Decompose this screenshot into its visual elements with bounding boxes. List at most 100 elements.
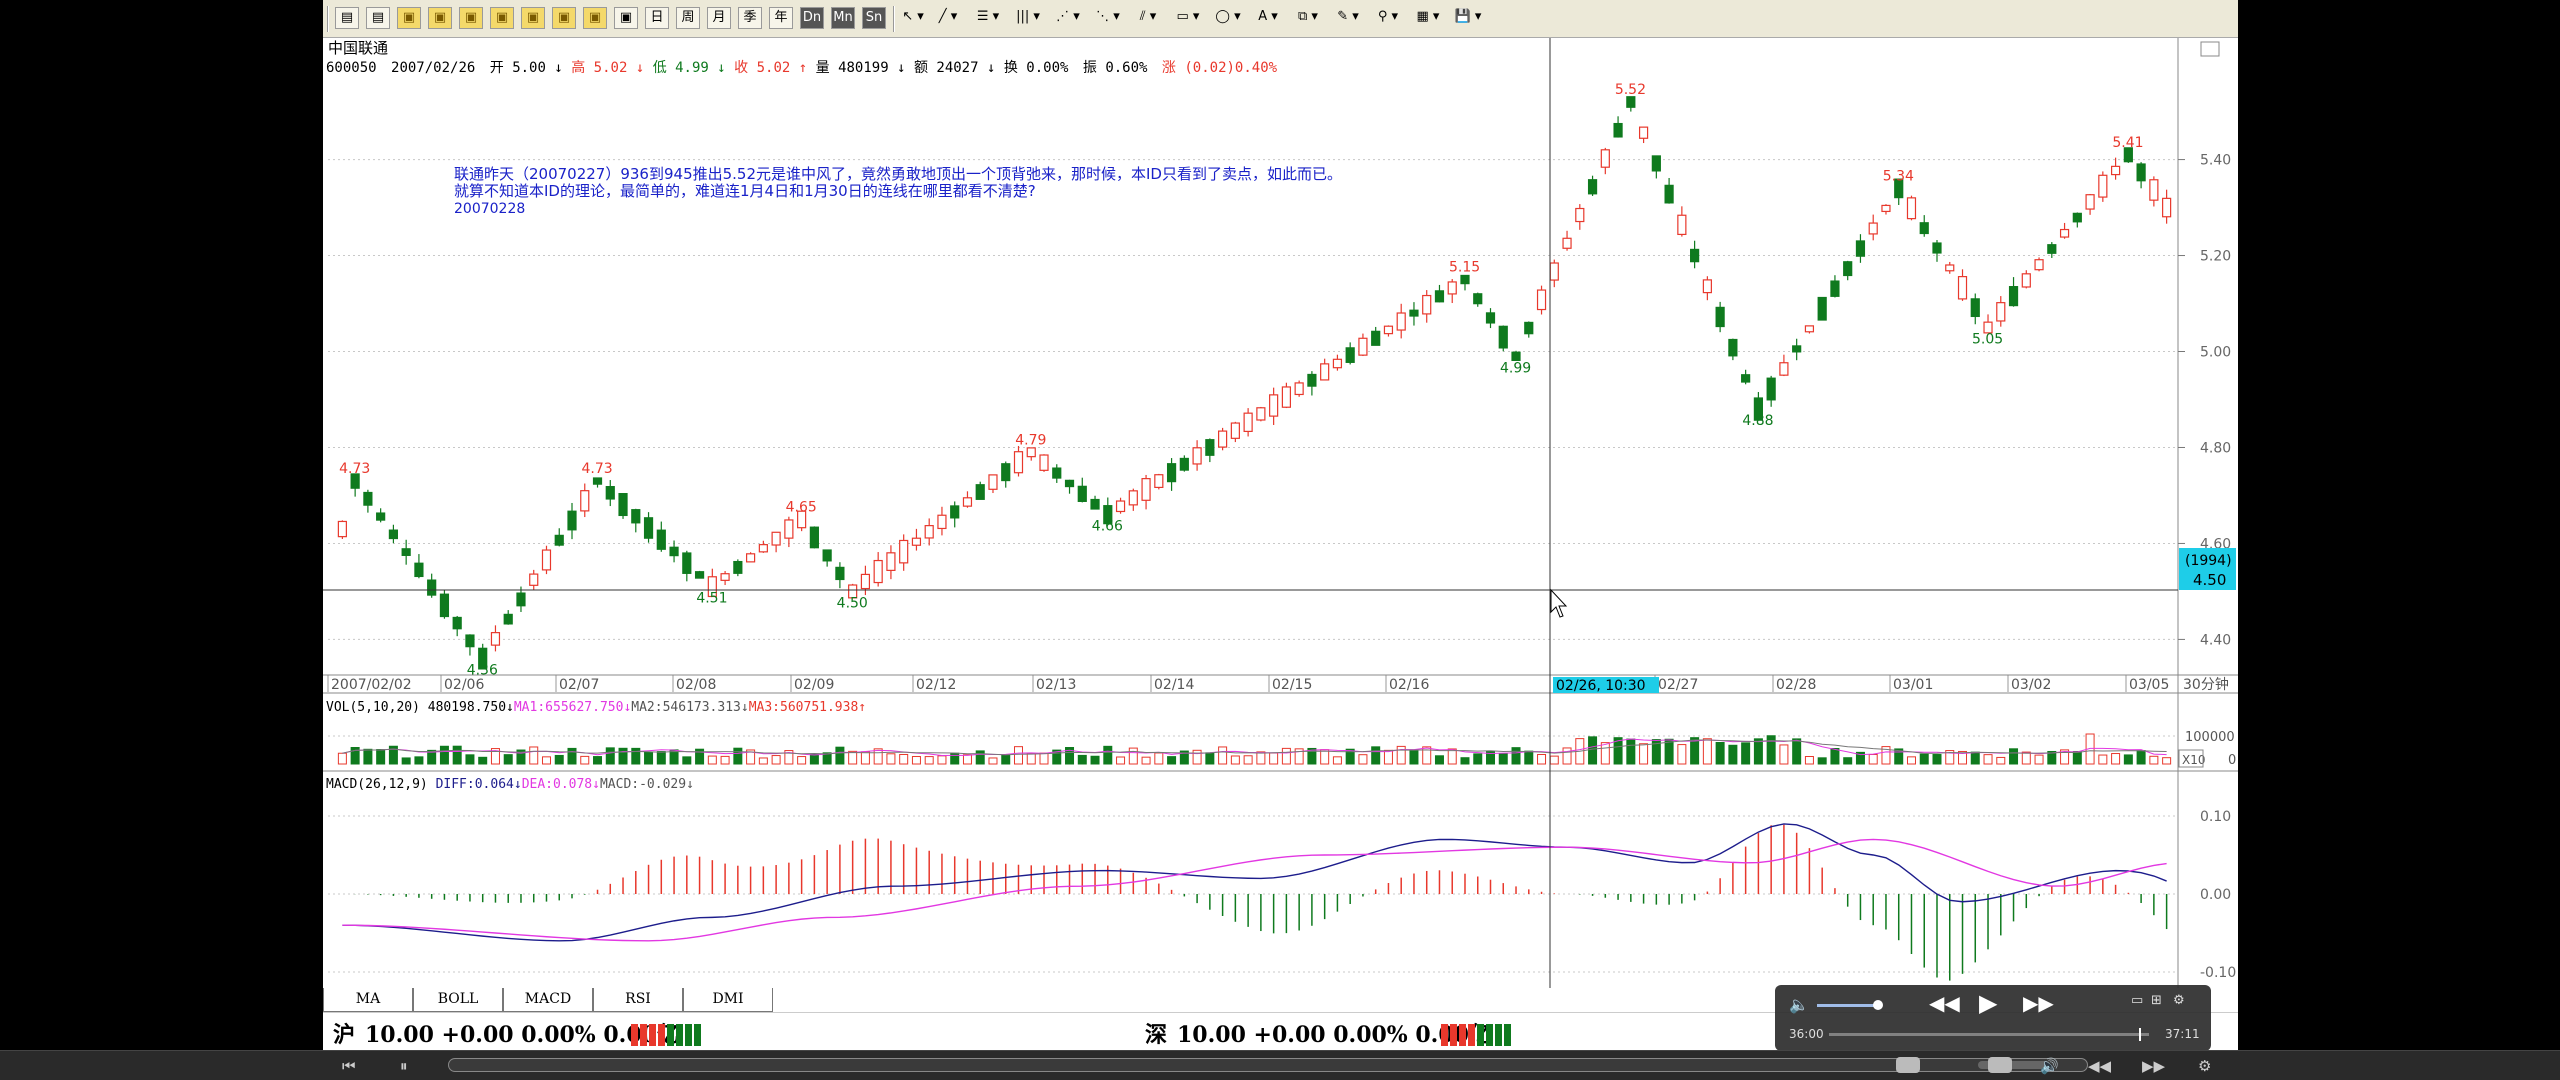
volume-bar [1409, 749, 1419, 765]
volume-bar [2021, 751, 2031, 765]
volume-bar [860, 751, 870, 765]
seek-bar[interactable] [1829, 1033, 2149, 1036]
period-button[interactable]: ▤ [335, 7, 359, 29]
macd-tick-label: -0.10 [2200, 965, 2236, 981]
candle-body [2072, 212, 2082, 223]
period-button-1[interactable]: 周 [676, 7, 700, 29]
parallel-line-icon[interactable]: ☰ ▾ [969, 7, 1007, 29]
tab-rsi[interactable]: RSI [593, 988, 683, 1012]
volume-slider[interactable] [1817, 1004, 1879, 1007]
down-arrow-icon: ↓ [987, 60, 995, 76]
period-button[interactable]: ▣ [521, 7, 545, 29]
cursor-price-value: 4.50 [2193, 571, 2226, 589]
pivot-label: 5.41 [2112, 135, 2143, 151]
save-icon[interactable]: 💾 ▾ [1449, 7, 1487, 29]
volume-bar [2098, 754, 2108, 765]
settings-icon[interactable]: ⚙ [2198, 1057, 2211, 1075]
channel-icon[interactable]: ⫽ ▾ [1129, 7, 1167, 29]
volume-bar [1320, 749, 1330, 765]
magnet-icon[interactable]: ⚲ ▾ [1369, 7, 1407, 29]
pivot-label: 4.88 [1742, 413, 1773, 429]
candle-body [643, 517, 654, 539]
volume-tick-label: 0 [2228, 753, 2236, 768]
candle-body [401, 548, 411, 556]
volume-bar [886, 753, 896, 765]
period-button[interactable]: ▣ [490, 7, 514, 29]
candle-body [1218, 430, 1228, 448]
candle-body [1294, 382, 1304, 396]
host-seek-bar[interactable] [448, 1058, 2088, 1072]
quote-line: 600050 2007/02/26 开 5.00 ↓ 高 5.02 ↓ 低 4.… [326, 59, 1278, 76]
candle-body [605, 486, 615, 500]
tab-dmi[interactable]: DMI [683, 988, 773, 1012]
volume-bar [644, 751, 654, 765]
candle-body [1166, 463, 1177, 483]
volume-header-marker: ↓ [506, 700, 514, 715]
candle-body [1320, 363, 1330, 381]
volume-bar [1868, 753, 1878, 765]
vertical-lines-icon[interactable]: ||| ▾ [1009, 7, 1047, 29]
tab-boll[interactable]: BOLL [413, 988, 503, 1012]
candle-body [529, 573, 539, 586]
eraser-icon[interactable]: ✎ ▾ [1329, 7, 1367, 29]
volume-slider-thumb[interactable] [1873, 1000, 1883, 1010]
text-icon[interactable]: A ▾ [1249, 7, 1287, 29]
period-button-3[interactable]: 季 [738, 7, 762, 29]
fast-forward-icon[interactable]: ▶▶ [2023, 991, 2054, 1015]
candle-body [924, 525, 934, 539]
period-button-0[interactable]: 日 [645, 7, 669, 29]
gann-icon[interactable]: ⋱ ▾ [1089, 7, 1127, 29]
fan-icon[interactable]: ⋰ ▾ [1049, 7, 1087, 29]
rewind-icon[interactable]: ◀◀ [1929, 991, 1960, 1015]
volume-icon[interactable]: 🔈 [1789, 995, 1809, 1014]
seek-thumb[interactable] [2139, 1028, 2141, 1041]
change-value: (0.02)0.40% [1184, 60, 1277, 76]
time-tick-label: 03/02 [2011, 677, 2051, 693]
sh-index-label: 沪 [333, 1022, 356, 1048]
period-button-4[interactable]: 年 [769, 7, 793, 29]
speaker-icon[interactable]: 🔊 [2040, 1057, 2059, 1075]
period-button-7[interactable]: Sn [862, 7, 886, 29]
line-icon[interactable]: ╱ ▾ [929, 7, 967, 29]
skip-back-icon[interactable]: ⏮ [342, 1057, 356, 1075]
next-icon[interactable]: ▶▶ [2142, 1057, 2165, 1075]
candle-body [1779, 362, 1789, 376]
volume-tick-label: 100000 [2185, 730, 2235, 745]
tab-ma[interactable]: MA [323, 988, 413, 1012]
period-button[interactable]: ▣ [428, 7, 452, 29]
volume-bar [1026, 753, 1036, 765]
host-volume-thumb[interactable] [1988, 1057, 2012, 1073]
ellipse-icon[interactable]: ◯ ▾ [1209, 7, 1247, 29]
prev-icon[interactable]: ◀◀ [2088, 1057, 2111, 1075]
volume-bar [376, 749, 386, 765]
volume-bar [1460, 757, 1470, 765]
tab-macd[interactable]: MACD [503, 988, 593, 1012]
candle-body [1460, 274, 1470, 285]
period-button[interactable]: ▣ [552, 7, 576, 29]
host-seek-thumb[interactable] [1896, 1057, 1920, 1073]
copy-icon[interactable]: ⧉ ▾ [1289, 7, 1327, 29]
volume-header-field: MA1: [514, 700, 545, 715]
volume-bar [1817, 757, 1827, 765]
candle-body [1651, 155, 1661, 172]
pause-icon[interactable]: ⏸ [400, 1057, 408, 1075]
period-button[interactable]: ▣ [459, 7, 483, 29]
play-icon[interactable]: ▶ [1979, 989, 1997, 1017]
cursor-arrow-icon[interactable]: ↖ ▾ [901, 7, 925, 29]
rectangle-icon[interactable]: ▭ ▾ [1169, 7, 1207, 29]
gear-icon[interactable]: ⚙ [2173, 993, 2185, 1008]
period-button-6[interactable]: Mn [831, 7, 855, 29]
period-button[interactable]: ▤ [366, 7, 390, 29]
volume-bar [2136, 750, 2146, 765]
period-button[interactable]: ▣ [583, 7, 607, 29]
pip-icon[interactable]: ▭ [2131, 993, 2143, 1008]
fullscreen-icon[interactable]: ⊞ [2151, 993, 2162, 1008]
chart-area[interactable]: 中国联通 600050 2007/02/26 开 5.00 ↓ 高 5.02 ↓… [323, 38, 2238, 988]
period-button-2[interactable]: 月 [707, 7, 731, 29]
period-button[interactable]: ▣ [614, 7, 638, 29]
palette-icon[interactable]: ▦ ▾ [1409, 7, 1447, 29]
macd-header-field: MACD: [600, 777, 639, 792]
period-button[interactable]: ▣ [397, 7, 421, 29]
period-button-5[interactable]: Dn [800, 7, 824, 29]
time-tick-label: 02/07 [559, 677, 599, 693]
